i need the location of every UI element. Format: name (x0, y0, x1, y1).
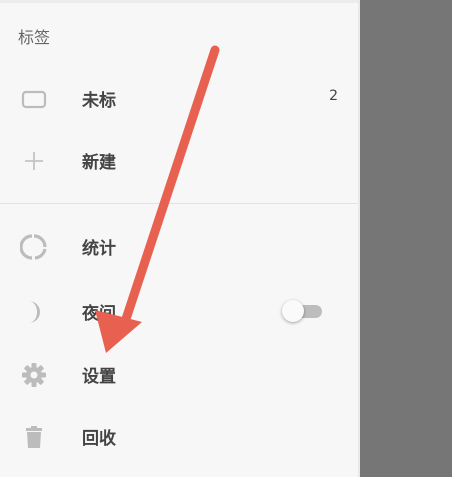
drawer-item-new[interactable]: 新建 (0, 134, 358, 186)
drawer-item-label: 未标 (82, 91, 116, 111)
drawer-item-label: 设置 (82, 367, 116, 387)
moon-icon (20, 298, 48, 326)
drawer-item-label: 新建 (82, 153, 116, 173)
drawer-item-label: 夜间 (82, 304, 116, 324)
label-outline-icon (20, 85, 48, 113)
drawer-item-trash[interactable]: 回收 (0, 410, 358, 462)
drawer-item-unlabeled[interactable]: 未标 2 (0, 72, 358, 124)
drawer-item-settings[interactable]: 设置 (0, 348, 358, 400)
drawer-item-label: 统计 (82, 239, 116, 259)
drawer-item-label: 回收 (82, 429, 116, 449)
section-title-labels: 标签 (18, 28, 51, 47)
scrim-edge (358, 0, 360, 477)
night-mode-toggle[interactable] (282, 299, 324, 323)
toggle-thumb (282, 300, 304, 322)
drawer-item-night-mode[interactable]: 夜间 (0, 285, 358, 337)
navigation-drawer: 标签 未标 2 新建 统计 夜间 设置 回收 (0, 0, 358, 477)
trash-icon (20, 423, 48, 451)
unlabeled-count: 2 (329, 88, 338, 104)
divider (0, 203, 358, 204)
drawer-item-statistics[interactable]: 统计 (0, 220, 358, 272)
donut-chart-icon (19, 233, 48, 261)
gear-icon (20, 361, 48, 389)
top-divider (0, 0, 358, 3)
plus-icon (20, 147, 48, 175)
